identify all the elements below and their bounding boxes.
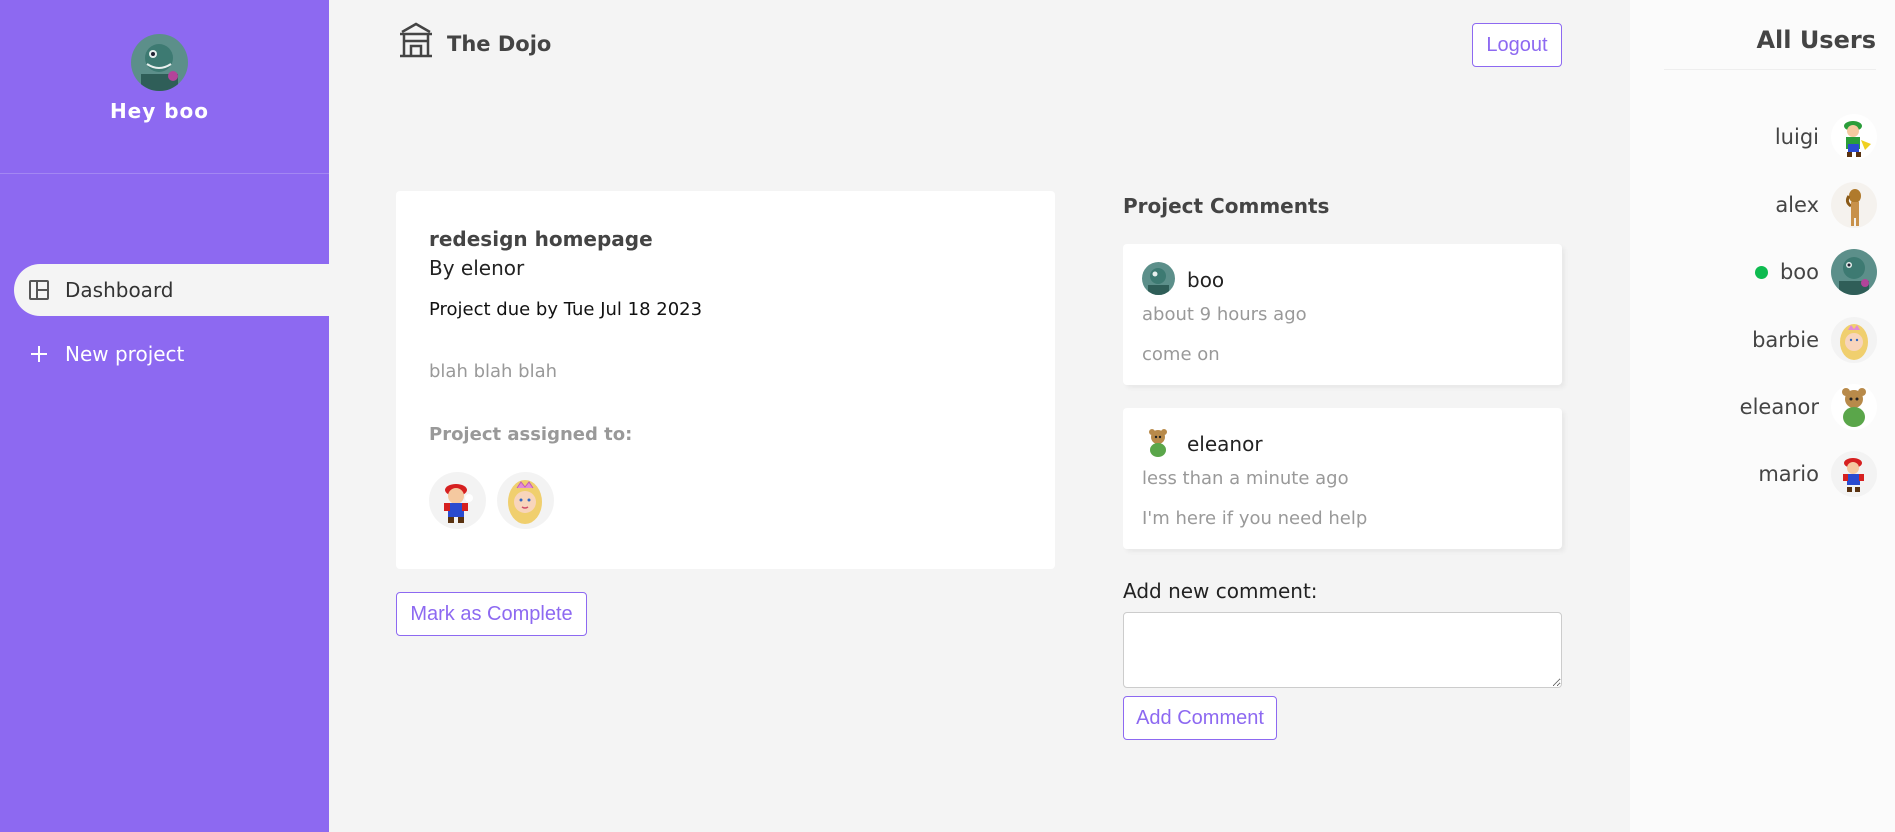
nav-new-project[interactable]: New project xyxy=(14,328,329,380)
mark-complete-button[interactable]: Mark as Complete xyxy=(396,592,587,636)
user-name: barbie xyxy=(1752,328,1819,352)
user-name: alex xyxy=(1775,193,1819,217)
assigned-label: Project assigned to: xyxy=(429,424,633,445)
user-name: mario xyxy=(1758,462,1819,486)
user-name: luigi xyxy=(1774,125,1819,149)
comment-avatar xyxy=(1142,262,1175,295)
nav-new-project-label: New project xyxy=(65,342,185,366)
assignee-avatar-barbie xyxy=(497,472,554,529)
user-name: boo xyxy=(1779,260,1819,284)
user-list-item: barbie xyxy=(1752,315,1877,365)
project-title: redesign homepage xyxy=(429,227,653,251)
dashboard-icon xyxy=(27,278,51,302)
comment-card: eleanor less than a minute ago I'm here … xyxy=(1123,408,1562,549)
brand-title: The Dojo xyxy=(447,32,552,56)
comment-date: less than a minute ago xyxy=(1142,468,1349,489)
comment-textarea[interactable] xyxy=(1123,612,1562,688)
user-avatar xyxy=(1831,182,1877,228)
user-avatar xyxy=(1831,249,1877,295)
user-avatar xyxy=(1831,384,1877,430)
assignee-avatar-mario xyxy=(429,472,486,529)
comment-author: boo xyxy=(1187,268,1225,292)
nav-dashboard[interactable]: Dashboard xyxy=(14,264,329,316)
project-summary: redesign homepage By elenor Project due … xyxy=(396,191,1055,569)
user-avatar xyxy=(1831,317,1877,363)
user-avatar xyxy=(1831,114,1877,160)
online-status-icon xyxy=(1754,265,1768,279)
sidebar: Hey boo Dashboard New project xyxy=(0,0,329,832)
greeting: Hey boo xyxy=(109,99,210,123)
user-avatar xyxy=(131,34,188,91)
project-author: By elenor xyxy=(429,256,525,280)
users-panel: All Users luigi alex boo barbie eleanor … xyxy=(1630,0,1895,832)
users-title: All Users xyxy=(1756,26,1876,54)
user-list-item: alex xyxy=(1775,180,1877,230)
user-avatar xyxy=(1831,451,1877,497)
nav-dashboard-label: Dashboard xyxy=(65,278,174,302)
project-due-date: Project due by Tue Jul 18 2023 xyxy=(429,299,703,320)
project-details: blah blah blah xyxy=(429,361,558,382)
user-list-item: mario xyxy=(1758,449,1877,499)
add-comment-button[interactable]: Add Comment xyxy=(1123,696,1277,740)
user-list-item: luigi xyxy=(1775,112,1877,162)
comment-text: I'm here if you need help xyxy=(1142,508,1368,529)
comments-title: Project Comments xyxy=(1123,194,1330,218)
comment-author: eleanor xyxy=(1187,432,1263,456)
comment-card: boo about 9 hours ago come on xyxy=(1123,244,1562,385)
sidebar-user: Hey boo xyxy=(0,0,329,174)
comment-avatar xyxy=(1142,426,1175,459)
user-list-item: eleanor xyxy=(1740,382,1877,432)
logout-button[interactable]: Logout xyxy=(1472,23,1562,67)
user-name: eleanor xyxy=(1739,395,1819,419)
plus-icon xyxy=(27,342,51,366)
new-comment-label: Add new comment: xyxy=(1123,579,1318,603)
temple-icon xyxy=(396,20,436,60)
comment-date: about 9 hours ago xyxy=(1142,304,1307,325)
users-divider xyxy=(1664,69,1876,70)
user-list-item: boo xyxy=(1754,247,1877,297)
comment-text: come on xyxy=(1142,344,1220,365)
